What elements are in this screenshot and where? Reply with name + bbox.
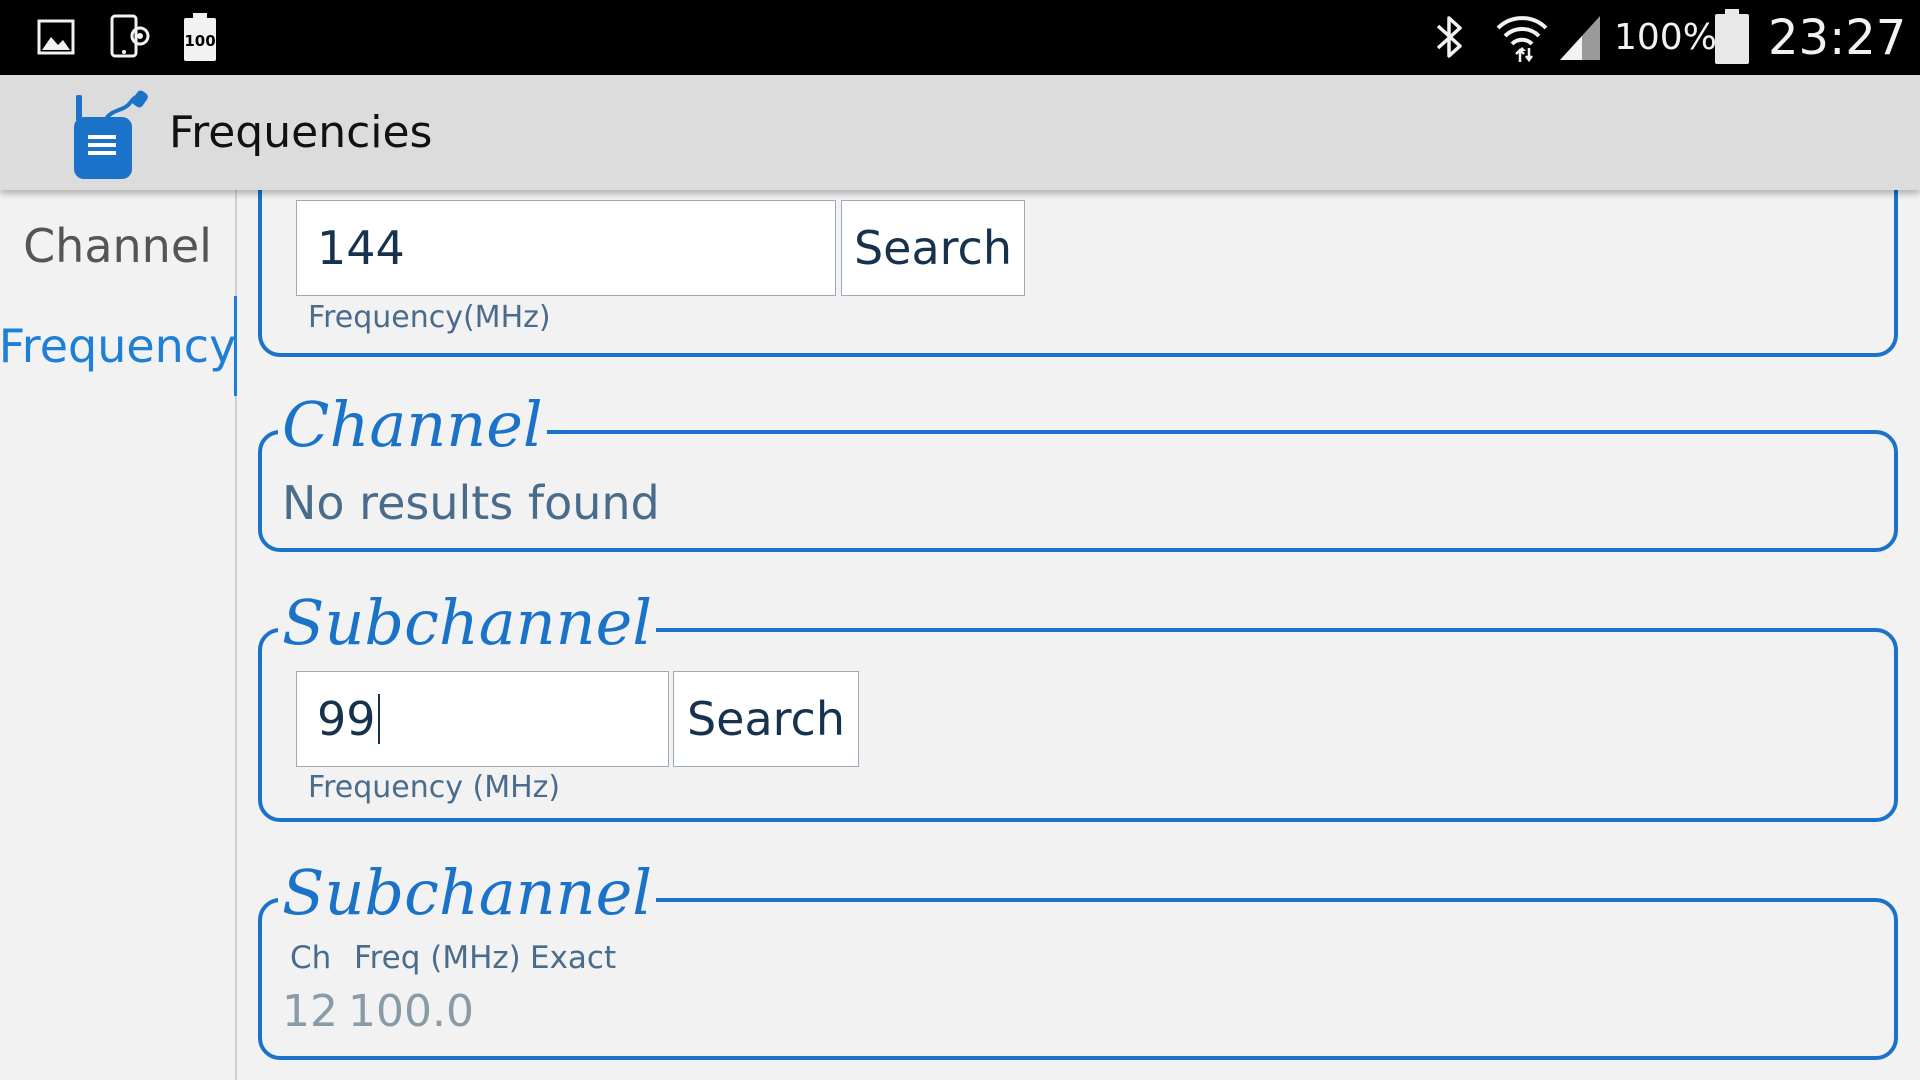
- frequency-search-button[interactable]: Search: [841, 200, 1025, 296]
- battery-100-notification-icon: 100: [182, 12, 218, 62]
- column-header-freq: Freq (MHz): [354, 940, 521, 976]
- subchannel-input-value: 99: [317, 692, 376, 746]
- frequency-input-hint: Frequency(MHz): [308, 300, 551, 335]
- tab-frequency[interactable]: Frequency: [0, 300, 236, 392]
- tab-strip: Channel Frequency: [0, 190, 237, 1080]
- battery-icon: [1714, 9, 1750, 64]
- no-results-message: No results found: [282, 476, 660, 530]
- frequency-input[interactable]: 144: [296, 200, 836, 296]
- app-title: Frequencies: [169, 107, 433, 158]
- status-bar: 100 100% 23:27: [0, 0, 1920, 75]
- tab-active-indicator: [234, 296, 237, 396]
- action-bar: Frequencies: [0, 75, 1920, 190]
- clock: 23:27: [1768, 9, 1907, 66]
- screen-settings-icon: [108, 12, 156, 62]
- subchannel-input[interactable]: 99: [296, 671, 669, 767]
- subchannel-search-panel: Subchannel 99 Search Frequency (MHz): [258, 592, 1898, 822]
- row-ch-value: 12: [282, 986, 338, 1037]
- channel-legend: Channel: [278, 394, 547, 456]
- subchannel-results-legend: Subchannel: [278, 862, 657, 924]
- battery-percent: 100%: [1614, 17, 1717, 58]
- wifi-icon: [1494, 12, 1550, 63]
- gallery-icon: [36, 12, 76, 62]
- subchannel-search-button[interactable]: Search: [673, 671, 859, 767]
- column-header-exact: Exact: [530, 940, 617, 976]
- bluetooth-icon: [1430, 12, 1470, 62]
- channel-results-panel: Channel No results found: [258, 394, 1898, 552]
- cell-signal-icon: [1556, 12, 1604, 62]
- text-cursor: [377, 694, 380, 744]
- subchannel-results-panel: Subchannel Ch Freq (MHz) Exact 12 100.0: [258, 862, 1898, 1060]
- subchannel-input-hint: Frequency (MHz): [308, 770, 561, 805]
- svg-text:100: 100: [184, 32, 215, 50]
- column-header-ch: Ch: [290, 940, 332, 976]
- walkie-talkie-icon: [68, 89, 152, 181]
- tab-channel[interactable]: Channel: [0, 200, 235, 292]
- row-freq-value: 100.0: [348, 986, 474, 1037]
- subchannel-search-legend: Subchannel: [278, 592, 657, 654]
